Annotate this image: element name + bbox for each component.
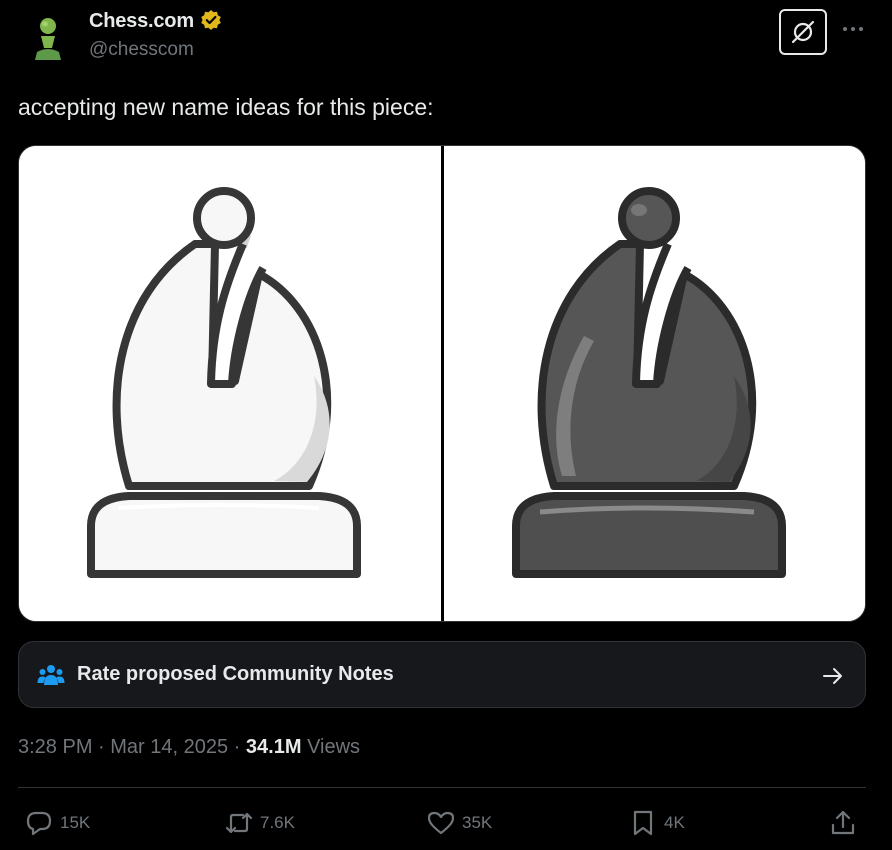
- verified-badge-icon: [201, 9, 222, 30]
- display-name[interactable]: Chess.com: [89, 10, 194, 33]
- media-left-panel: [19, 146, 441, 621]
- tweet-date[interactable]: Mar 14, 2025: [110, 736, 228, 758]
- black-bishop-icon: [512, 187, 786, 578]
- community-notes-banner[interactable]: Rate proposed Community Notes: [18, 641, 866, 708]
- divider: [18, 787, 866, 788]
- bookmark-count: 4K: [664, 813, 685, 832]
- media-right-panel: [444, 146, 865, 621]
- views-label: Views: [307, 736, 361, 758]
- more-button[interactable]: [840, 16, 866, 42]
- bookmark-icon: [633, 810, 653, 836]
- grok-icon: [791, 20, 815, 44]
- repost-count: 7.6K: [260, 813, 295, 832]
- views-count: 34.1M: [245, 736, 302, 758]
- people-icon: [37, 664, 65, 685]
- more-dots-icon: [843, 27, 863, 31]
- avatar[interactable]: [30, 16, 66, 64]
- media-image[interactable]: [18, 145, 866, 622]
- bookmark-button[interactable]: 4K: [628, 805, 685, 841]
- reply-button[interactable]: 15K: [24, 805, 90, 841]
- heart-icon: [427, 811, 455, 835]
- author-block: Chess.com @chesscom: [89, 9, 222, 61]
- action-bar: 15K 7.6K 35K 4K: [0, 805, 892, 845]
- like-count: 35K: [462, 813, 493, 832]
- grok-button[interactable]: [779, 9, 827, 55]
- tweet-text: accepting new name ideas for this piece:: [18, 94, 434, 120]
- tweet-time[interactable]: 3:28 PM: [18, 736, 92, 758]
- community-notes-label: Rate proposed Community Notes: [77, 663, 394, 685]
- pawn-logo-icon: [35, 18, 61, 60]
- share-button[interactable]: [828, 805, 858, 841]
- reply-count: 15K: [60, 813, 91, 832]
- meta-separator: ·: [92, 736, 111, 758]
- reply-icon: [26, 811, 52, 836]
- repost-icon: [225, 812, 253, 834]
- meta-separator: ·: [228, 736, 246, 758]
- like-button[interactable]: 35K: [426, 805, 492, 841]
- share-icon: [831, 810, 855, 835]
- arrow-right-icon: [823, 668, 842, 684]
- white-bishop-icon: [87, 187, 361, 578]
- repost-button[interactable]: 7.6K: [224, 805, 295, 841]
- tweet-meta: 3:28 PM · Mar 14, 2025 · 34.1M Views: [18, 736, 360, 759]
- handle[interactable]: @chesscom: [89, 39, 222, 61]
